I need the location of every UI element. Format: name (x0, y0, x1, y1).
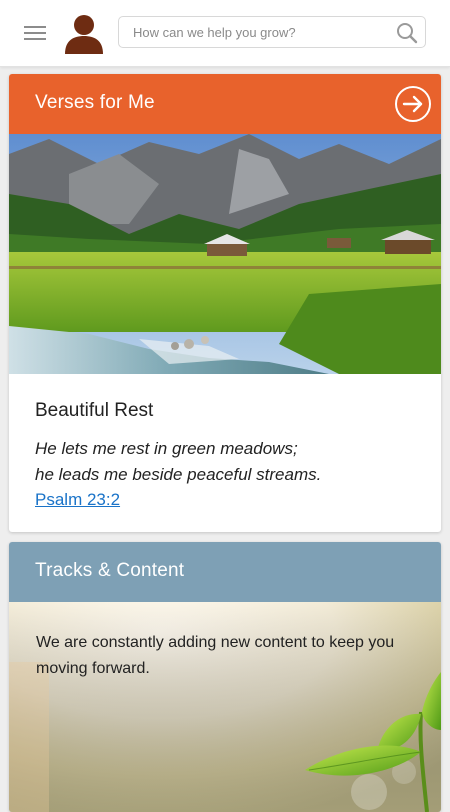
verse-text: He lets me rest in green meadows; he lea… (35, 436, 425, 488)
verses-open-button[interactable] (394, 85, 432, 123)
search-icon (397, 23, 418, 44)
verse-reference-link[interactable]: Psalm 23:2 (35, 490, 120, 510)
avatar[interactable] (62, 12, 106, 56)
tracks-description: We are constantly adding new content to … (36, 634, 395, 677)
tracks-card-title: Tracks & Content (35, 560, 185, 581)
arrow-right-circle-icon (395, 86, 431, 122)
verse-content: Beautiful Rest He lets me rest in green … (35, 400, 425, 510)
user-avatar-icon (65, 15, 103, 54)
search-box (118, 16, 426, 48)
tracks-card[interactable]: Tracks & Content We are constantly addin… (9, 542, 441, 812)
verse-line: he leads me beside peaceful streams. (35, 465, 322, 484)
verses-card-header[interactable]: Verses for Me (9, 74, 441, 134)
verse-title: Beautiful Rest (35, 400, 154, 421)
verse-line: He lets me rest in green meadows; (35, 439, 298, 458)
menu-button[interactable] (22, 20, 48, 46)
verses-card[interactable]: Verses for Me Beautiful Rest He lets me … (9, 74, 441, 532)
hamburger-menu-icon (24, 26, 46, 40)
mountain-meadow-image (9, 134, 441, 374)
search-input[interactable] (129, 17, 395, 47)
search-button[interactable] (395, 21, 419, 45)
top-app-bar (0, 0, 450, 67)
verses-card-title: Verses for Me (35, 92, 155, 113)
tracks-card-header[interactable]: Tracks & Content (9, 542, 441, 602)
